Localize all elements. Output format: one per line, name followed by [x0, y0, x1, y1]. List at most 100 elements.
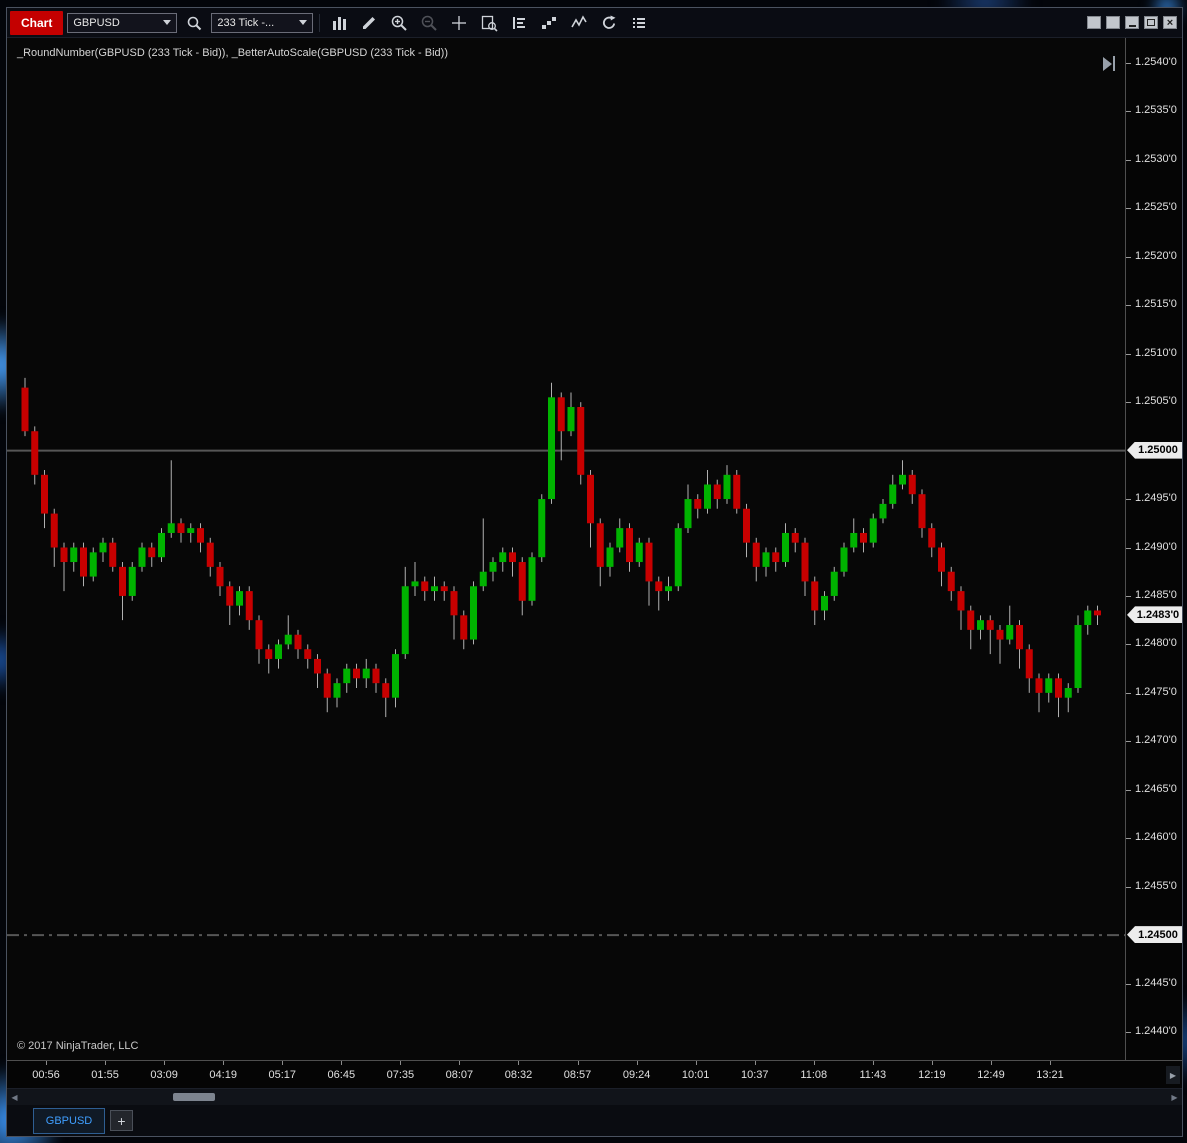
scroll-to-end-icon[interactable]: [1103, 56, 1115, 71]
candle-body: [899, 474, 906, 485]
candlestick-chart[interactable]: [7, 38, 1125, 1060]
candle-body: [323, 673, 331, 698]
close-button[interactable]: ×: [1163, 16, 1177, 29]
price-tick: [1126, 983, 1131, 985]
close-icon: ×: [1166, 16, 1174, 29]
indicator-label: _RoundNumber(GBPUSD (233 Tick - Bid)), _…: [17, 47, 448, 59]
candle-body: [197, 528, 204, 543]
panels-button[interactable]: [536, 11, 562, 35]
candle-body: [31, 431, 39, 475]
interval-selector[interactable]: 233 Tick -...: [211, 12, 314, 33]
scrollbar-right-arrow[interactable]: ▶: [1168, 1091, 1181, 1103]
candle-body: [167, 523, 175, 533]
candle-body: [518, 562, 526, 601]
candle-body: [50, 513, 58, 548]
candle-body: [314, 658, 321, 674]
scrollbar-thumb[interactable]: [173, 1093, 215, 1101]
candle-body: [548, 397, 555, 500]
scrollbar-left-arrow[interactable]: ◀: [8, 1091, 21, 1103]
chart-style-icon: [333, 16, 347, 30]
chart-style-button[interactable]: [326, 11, 352, 35]
reload-icon: [603, 15, 616, 29]
time-axis[interactable]: ▶ 00:56 01:55 03:09 04:19 05:17 06:45 07:35 08:…: [7, 1060, 1182, 1088]
candle-body: [801, 542, 809, 582]
chart-scrollbar[interactable]: ◀ ▶: [7, 1088, 1182, 1105]
interval-link-button[interactable]: [1106, 16, 1120, 29]
time-axis-scroll-right-button[interactable]: ▶: [1166, 1066, 1180, 1084]
indicators-button[interactable]: [566, 11, 592, 35]
price-tick-label: 1.2535'0: [1135, 104, 1177, 117]
candle-body: [869, 518, 877, 543]
chart-region: _RoundNumber(GBPUSD (233 Tick - Bid)), _…: [7, 38, 1182, 1060]
crosshair-icon: [452, 15, 467, 30]
candle-body: [60, 547, 68, 563]
candle-body: [577, 406, 585, 475]
time-tick: [223, 1061, 225, 1065]
candle-body: [616, 528, 624, 548]
chart-panel[interactable]: _RoundNumber(GBPUSD (233 Tick - Bid)), _…: [7, 38, 1125, 1060]
time-tick-label: 08:07: [445, 1069, 474, 1081]
candle-body: [782, 532, 789, 563]
price-tick-label: 1.2460'0: [1135, 831, 1177, 844]
drawing-tools-button[interactable]: [356, 11, 382, 35]
chart-trader-button[interactable]: [506, 11, 532, 35]
zoom-out-icon: [422, 15, 438, 31]
candle-body: [421, 581, 429, 592]
price-tick-label: 1.2495'0: [1135, 492, 1177, 505]
candle-body: [362, 668, 370, 679]
stacked-squares-icon: [542, 16, 557, 29]
candle-body: [382, 683, 390, 698]
time-tick-label: 13:21: [1036, 1069, 1064, 1081]
candle-body: [460, 615, 468, 640]
candle-body: [928, 528, 936, 548]
candle-body: [41, 474, 48, 514]
candle-body: [304, 649, 312, 659]
properties-button[interactable]: [626, 11, 652, 35]
zoom-out-button[interactable]: [416, 11, 442, 35]
price-marker-last-price: 1.2483'0: [1127, 606, 1182, 624]
candle-body: [967, 610, 975, 630]
candle-body: [255, 620, 263, 650]
window-tab-chart[interactable]: Chart: [10, 10, 64, 35]
time-tick-label: 10:01: [681, 1069, 710, 1081]
candle-body: [401, 586, 409, 655]
data-box-button[interactable]: [476, 11, 502, 35]
instrument-link-button[interactable]: [1087, 16, 1101, 29]
time-tick: [990, 1061, 992, 1065]
time-tick-label: 08:32: [504, 1069, 533, 1081]
time-tick-label: 09:24: [622, 1069, 651, 1081]
candle-body: [1035, 678, 1043, 693]
candle-body: [694, 499, 702, 509]
price-tick-label: 1.2455'0: [1135, 879, 1177, 892]
price-tick: [1126, 886, 1131, 888]
time-tick: [813, 1061, 815, 1065]
price-axis[interactable]: 1.2540'0 1.2535'0 1.2530'0 1.2525'0 1.2520'0…: [1125, 38, 1182, 1060]
crosshair-button[interactable]: [446, 11, 472, 35]
time-tick-label: 11:43: [859, 1069, 887, 1081]
toolbar-separator: [319, 13, 321, 32]
time-tick-label: 00:56: [32, 1069, 60, 1081]
candle-body: [216, 566, 224, 587]
candle-body: [752, 542, 760, 567]
instrument-selector[interactable]: GBPUSD: [67, 12, 178, 33]
minimize-button[interactable]: [1125, 16, 1139, 29]
price-tick-label: 1.2475'0: [1135, 685, 1177, 698]
add-tab-button[interactable]: +: [110, 1110, 133, 1131]
candle-body: [89, 552, 97, 577]
candle-body: [791, 532, 799, 543]
candle-body: [479, 571, 487, 587]
candle-body: [528, 557, 536, 601]
zoom-in-button[interactable]: [386, 11, 412, 35]
candle-body: [187, 528, 195, 533]
candle-body: [840, 547, 848, 572]
candle-body: [957, 591, 965, 611]
candle-body: [275, 644, 282, 659]
reload-button[interactable]: [596, 11, 622, 35]
instrument-search-button[interactable]: [181, 11, 207, 35]
maximize-button[interactable]: [1144, 16, 1158, 29]
candle-body: [177, 523, 185, 533]
time-tick: [931, 1061, 933, 1065]
tab-gbpusd[interactable]: GBPUSD: [33, 1107, 105, 1134]
price-tick-label: 1.2470'0: [1135, 734, 1177, 747]
time-tick-label: 07:35: [386, 1069, 415, 1081]
